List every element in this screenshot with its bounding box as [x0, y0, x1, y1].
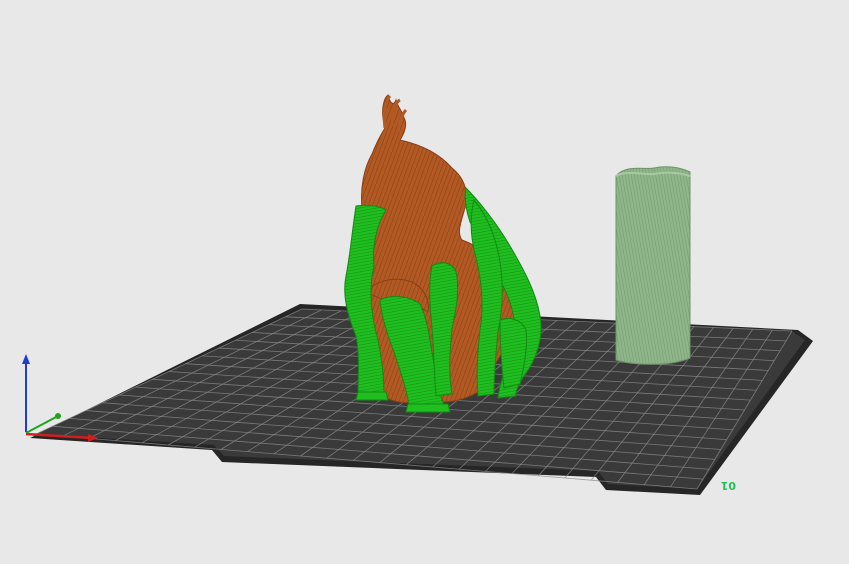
y-axis-arrow [55, 413, 61, 419]
scene-canvas[interactable]: 01 [0, 0, 849, 564]
wipe-tower[interactable] [615, 166, 691, 365]
z-axis-arrow [22, 354, 30, 364]
support-base-middle[interactable] [405, 403, 451, 413]
3d-viewport[interactable]: 01 [0, 0, 849, 564]
bed-number-label: 01 [721, 479, 736, 492]
wipe-tower-body[interactable] [615, 166, 691, 365]
support-base-left[interactable] [355, 391, 389, 401]
